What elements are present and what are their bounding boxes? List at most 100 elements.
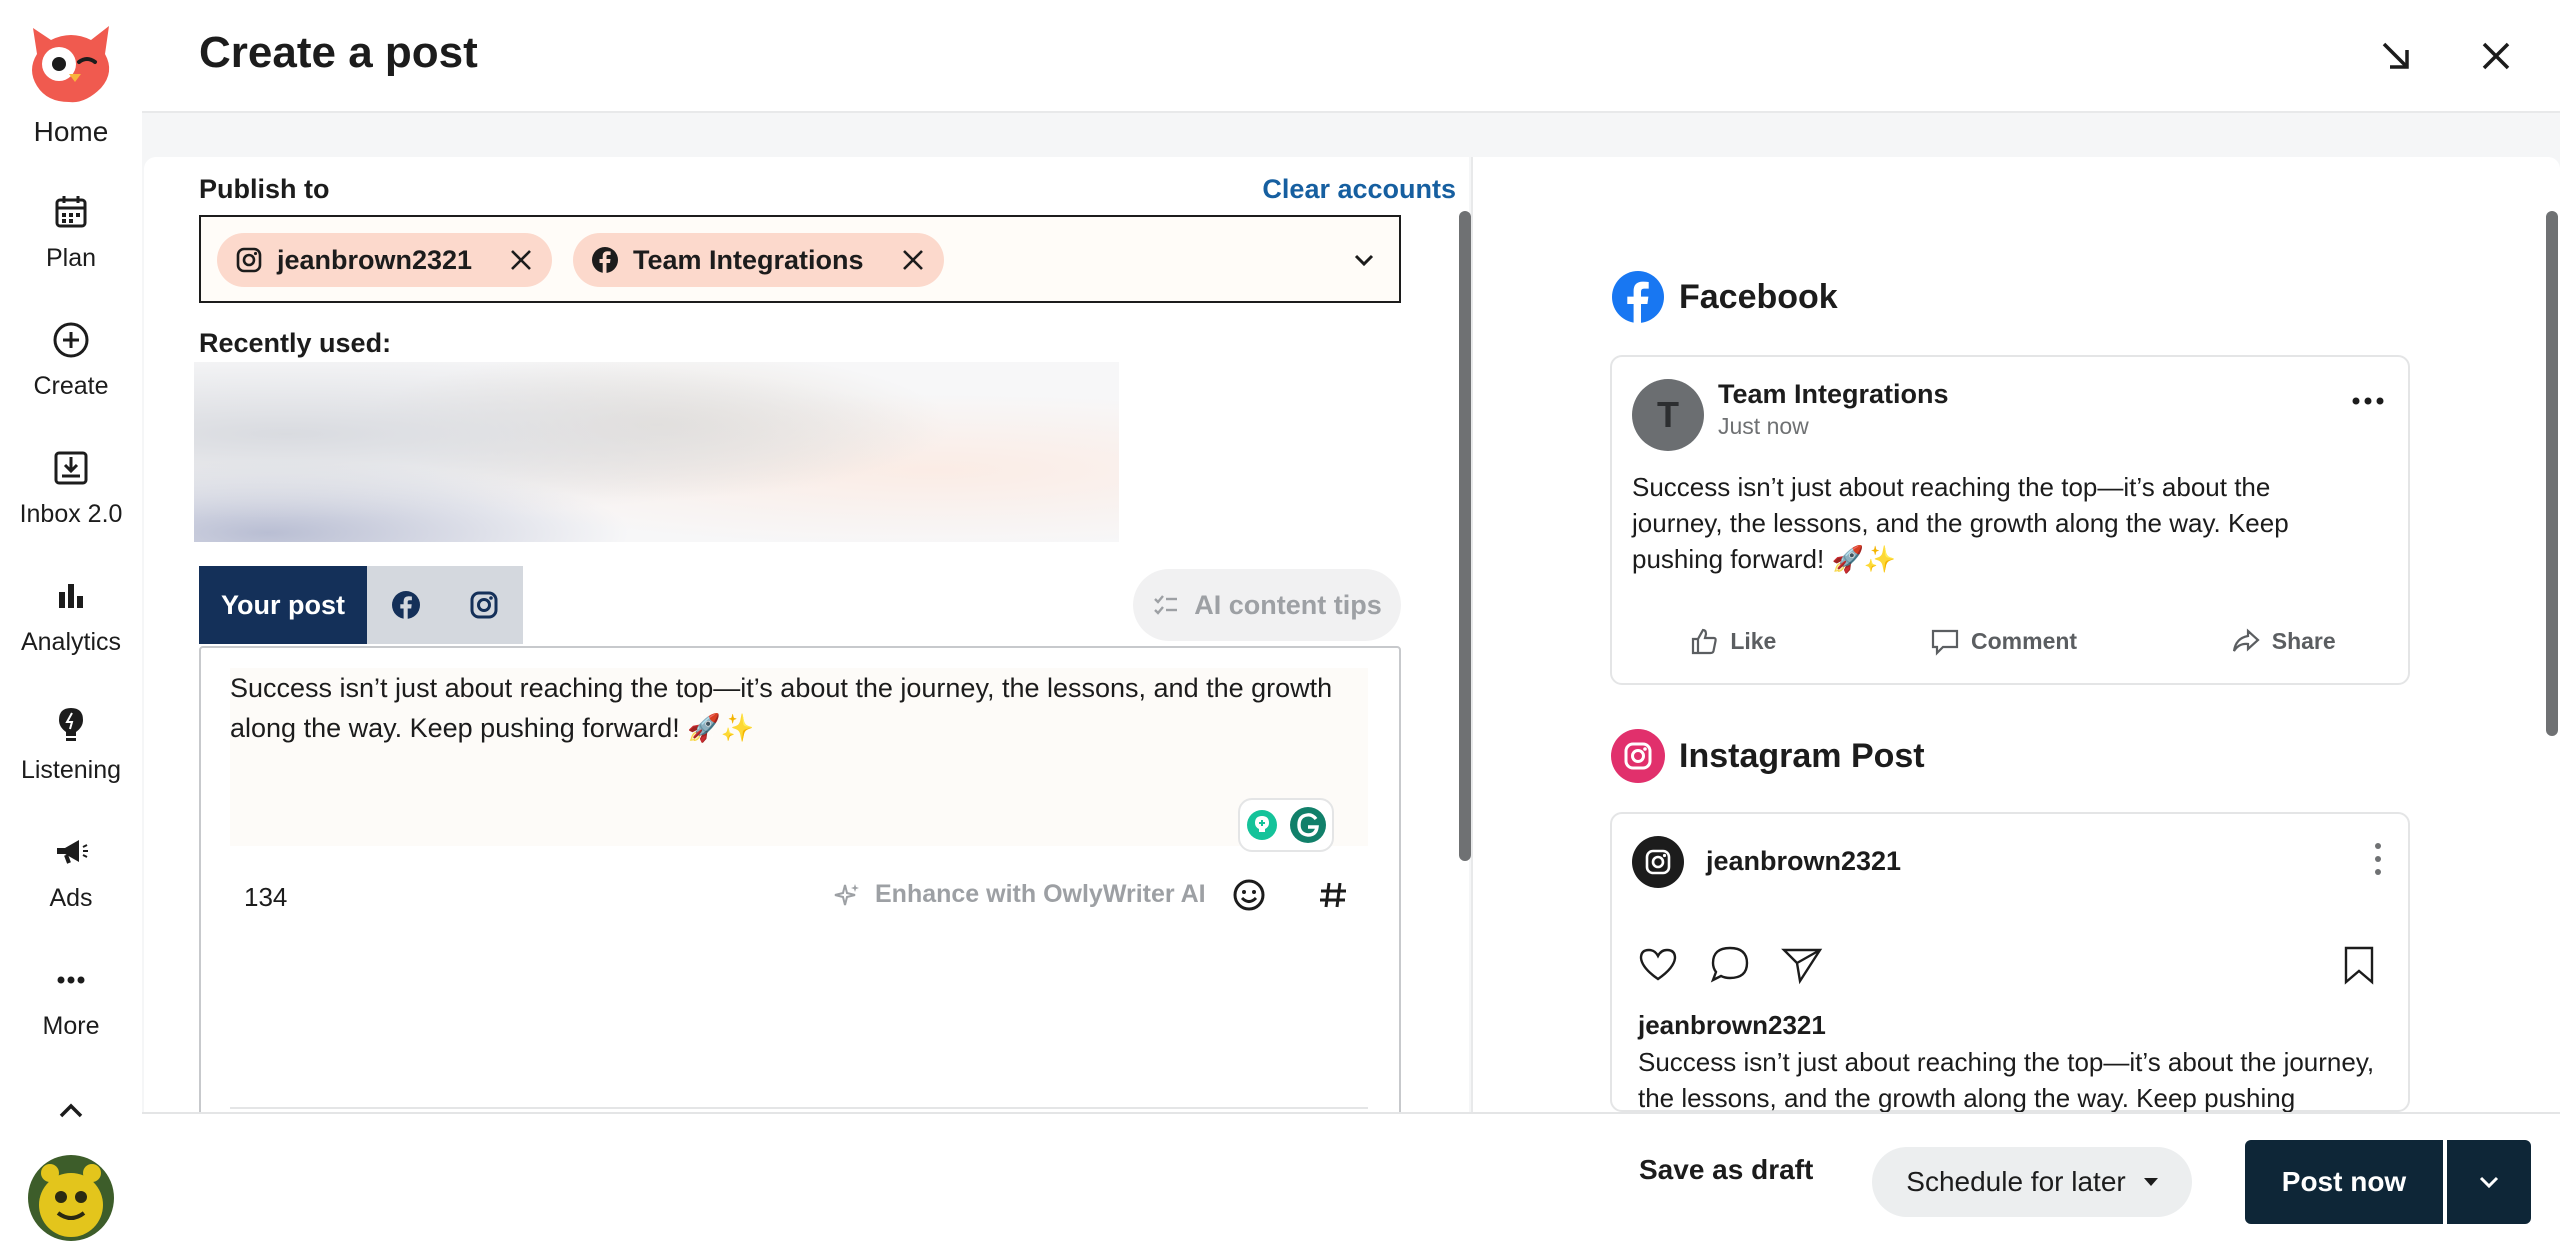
composer-scrollbar[interactable] (1459, 211, 1471, 861)
like-button[interactable]: Like (1688, 625, 1776, 657)
facebook-icon (592, 247, 618, 273)
bar-chart-icon (59, 584, 83, 608)
chevron-down-icon[interactable] (1351, 247, 1377, 273)
post-tabs: Your post (199, 566, 523, 644)
composer-panel: Publish to Clear accounts jeanbrown2321 … (144, 157, 1469, 1112)
nav-label-plan: Plan (45, 244, 97, 272)
caret-down-icon (2143, 1178, 2158, 1186)
post-now-button[interactable]: Post now (2245, 1140, 2443, 1224)
avatar: T (1632, 379, 1704, 451)
ai-content-tips-label: AI content tips (1194, 589, 1382, 620)
comment-bubble-icon[interactable] (1708, 942, 1752, 986)
facebook-icon (1612, 271, 1664, 323)
post-composer: Success isn’t just about reaching the to… (199, 646, 1401, 1112)
user-avatar[interactable] (28, 1155, 114, 1241)
close-icon[interactable] (2474, 34, 2518, 78)
schedule-for-later-button[interactable]: Schedule for later (1872, 1147, 2192, 1217)
post-text-input[interactable]: Success isn’t just about reaching the to… (230, 668, 1368, 846)
tab-facebook[interactable] (367, 566, 445, 644)
recently-used-accounts-blurred (194, 362, 1119, 542)
account-chip-label: jeanbrown2321 (277, 244, 473, 275)
nav-label-create: Create (33, 372, 109, 400)
minimize-arrow-icon[interactable] (2374, 34, 2418, 78)
calendar-icon (55, 196, 87, 228)
instagram-icon (1645, 849, 1671, 875)
like-label: Like (1730, 627, 1777, 654)
hootsuite-owl-logo-icon[interactable] (25, 20, 117, 104)
instagram-caption-username: jeanbrown2321 (1638, 1010, 1826, 1040)
clear-accounts-link[interactable]: Clear accounts (1262, 174, 1456, 205)
thumbs-up-icon (1692, 628, 1718, 655)
nav-label-home: Home (33, 116, 109, 147)
nav-item-listening[interactable]: Listening (0, 702, 142, 785)
nav-item-inbox[interactable]: Inbox 2.0 (0, 446, 142, 529)
more-options-icon[interactable] (2350, 391, 2386, 411)
share-label: Share (2271, 627, 2336, 654)
page-title: Create a post (199, 28, 478, 77)
facebook-preview-card: T Team Integrations Just now Success isn… (1610, 355, 2410, 685)
save-as-draft-button[interactable]: Save as draft (1639, 1154, 1813, 1186)
nav-item-plan[interactable]: Plan (0, 190, 142, 273)
instagram-icon (236, 247, 262, 273)
composer-divider (230, 1107, 1368, 1109)
tab-your-post[interactable]: Your post (199, 566, 367, 644)
nav-item-analytics[interactable]: Analytics (0, 574, 142, 657)
share-button[interactable]: Share (2230, 625, 2336, 657)
account-chip-facebook: Team Integrations (573, 233, 944, 287)
plus-circle-icon (53, 322, 89, 358)
emoji-icon[interactable] (1230, 876, 1268, 914)
nav-item-more[interactable]: More (0, 958, 142, 1041)
send-icon[interactable] (1780, 942, 1824, 986)
bookmark-icon[interactable] (2340, 944, 2378, 986)
facebook-page-name: Team Integrations (1718, 379, 1949, 409)
facebook-heading-label: Facebook (1679, 277, 1838, 316)
instagram-icon (1611, 729, 1665, 783)
comment-button[interactable]: Comment (1929, 625, 2077, 657)
lightbulb-icon (59, 708, 83, 741)
comment-icon (1931, 629, 1959, 656)
ai-content-tips-button[interactable]: AI content tips (1133, 569, 1401, 641)
account-selector[interactable]: jeanbrown2321 Team Integrations (199, 215, 1401, 303)
publish-to-label: Publish to (199, 174, 330, 204)
nav-label-inbox: Inbox 2.0 (19, 500, 123, 528)
remove-account-icon[interactable] (900, 247, 926, 273)
instagram-icon (470, 591, 498, 619)
hashtag-icon[interactable] (1314, 876, 1352, 914)
instagram-heading-label: Instagram Post (1679, 736, 1925, 775)
nav-item-ads[interactable]: Ads (0, 830, 142, 913)
nav-label-analytics: Analytics (20, 628, 122, 656)
account-chip-label: Team Integrations (633, 244, 864, 275)
post-text: Success isn’t just about reaching the to… (230, 673, 1333, 743)
account-chip-instagram: jeanbrown2321 (217, 233, 553, 287)
grammarly-bulb-icon (1246, 810, 1277, 840)
nav-label-listening: Listening (20, 756, 122, 784)
nav-item-create[interactable]: Create (0, 318, 142, 401)
nav-item-home[interactable]: Home (0, 116, 142, 148)
facebook-icon (392, 591, 420, 619)
more-vertical-icon[interactable] (2372, 840, 2384, 878)
instagram-actions (1636, 942, 1852, 986)
heart-icon[interactable] (1636, 942, 1680, 986)
tab-instagram[interactable] (445, 566, 523, 644)
nav-label-ads: Ads (49, 884, 93, 912)
footer-bar: Save as draft Schedule for later Post no… (142, 1112, 2560, 1248)
character-count: 134 (244, 882, 288, 912)
ellipsis-icon (57, 976, 85, 984)
enhance-owlywriter-button[interactable]: Enhance with OwlyWriter AI (833, 880, 1206, 909)
preview-scrollbar[interactable] (2546, 211, 2558, 736)
chevron-up-icon[interactable] (52, 1096, 90, 1126)
grammarly-widget[interactable] (1238, 798, 1334, 852)
share-arrow-icon (2232, 628, 2260, 652)
facebook-actions: Like Comment Share (1612, 625, 2412, 657)
checklist-icon (1154, 595, 1178, 615)
preview-panel: Facebook T Team Integrations Just now Su… (1471, 157, 2560, 1112)
nav-label-more: More (42, 1012, 100, 1040)
facebook-post-text: Success isn’t just about reaching the to… (1632, 472, 2289, 574)
instagram-username: jeanbrown2321 (1706, 846, 1902, 876)
instagram-preview-card: jeanbrown2321 jeanbrown2321 Success isn’… (1610, 812, 2410, 1112)
facebook-post-time: Just now (1718, 413, 1809, 439)
enhance-label: Enhance with OwlyWriter AI (875, 880, 1206, 908)
post-options-dropdown[interactable] (2445, 1140, 2531, 1224)
remove-account-icon[interactable] (508, 247, 534, 273)
recently-used-label: Recently used: (199, 328, 392, 358)
